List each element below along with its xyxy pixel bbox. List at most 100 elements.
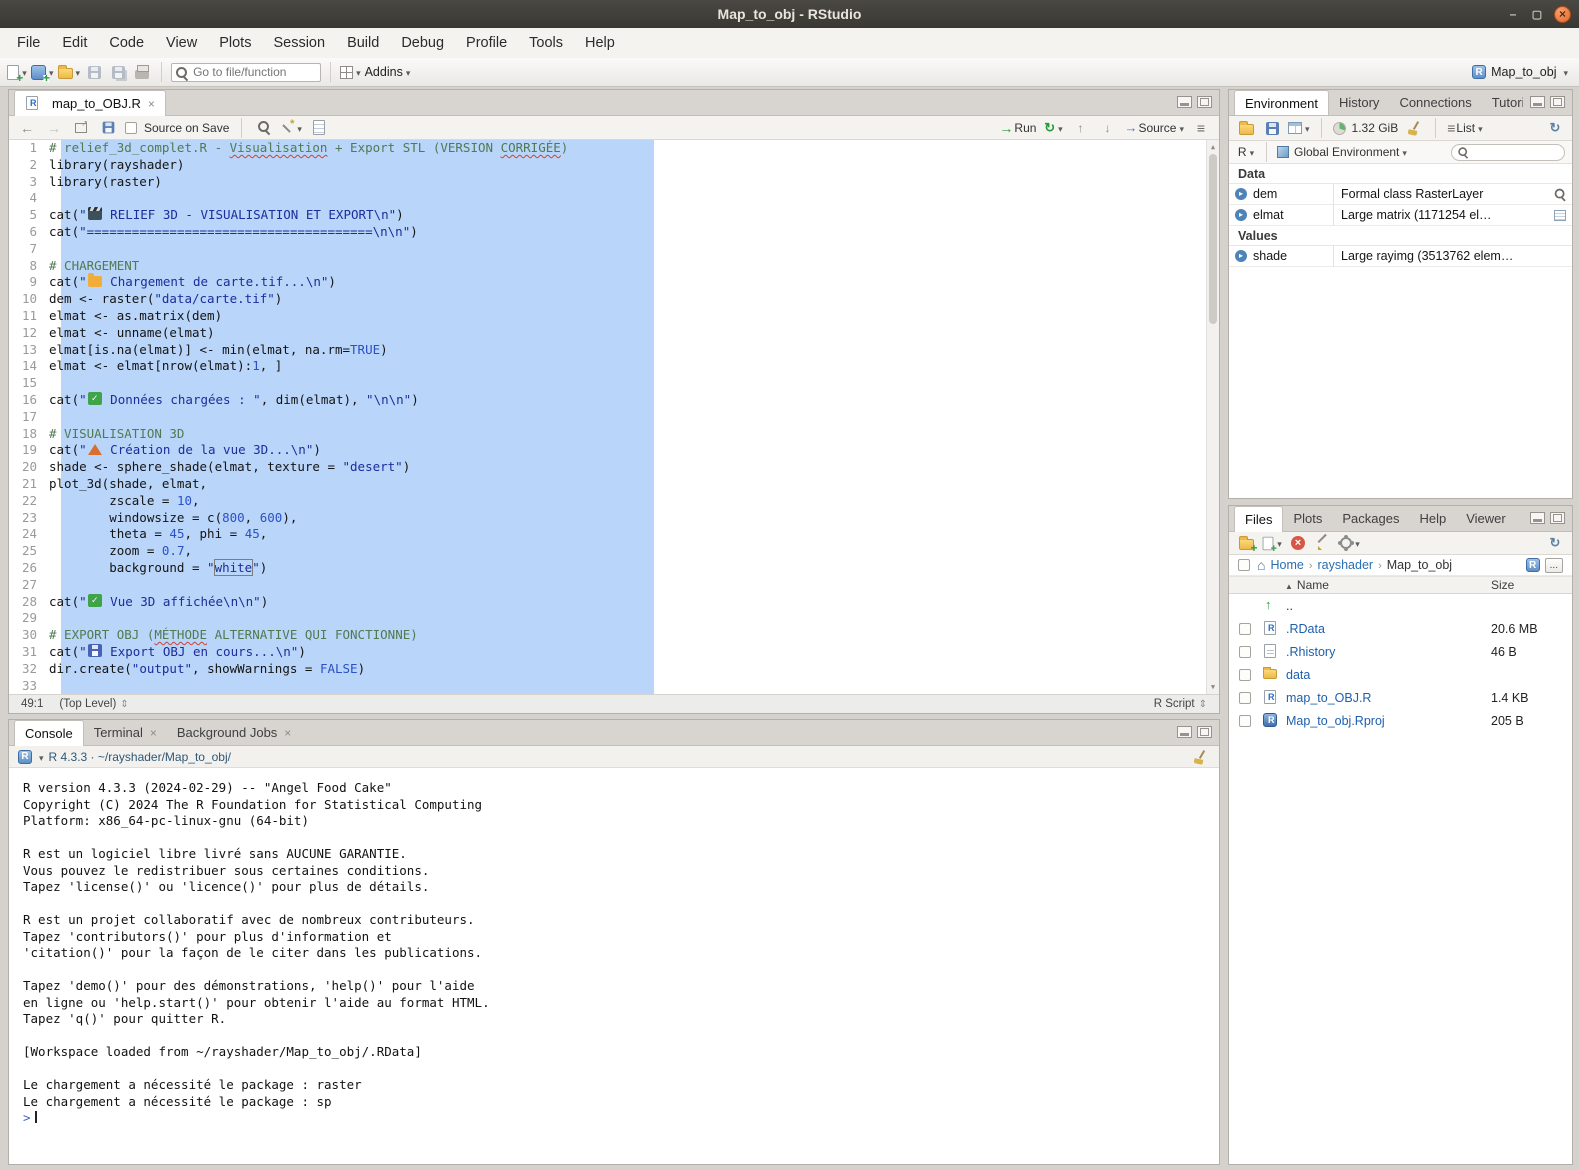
code-line[interactable]: 24 theta = 45, phi = 45, [9, 526, 1219, 543]
compile-report-button[interactable] [309, 117, 329, 139]
refresh-files-button[interactable] [1545, 532, 1565, 554]
expand-icon[interactable] [1235, 209, 1247, 221]
code-line[interactable]: 26 background = "white") [9, 560, 1219, 577]
code-line[interactable]: 16cat(" Données chargées : ", dim(elmat)… [9, 392, 1219, 409]
show-in-new-window-button[interactable] [71, 117, 91, 139]
save-button[interactable] [84, 61, 104, 83]
breadcrumb-rayshader[interactable]: rayshader [1317, 558, 1373, 572]
file-row[interactable]: data [1229, 663, 1572, 686]
column-header-name[interactable]: Name [1297, 578, 1329, 592]
refresh-environment-button[interactable] [1545, 117, 1565, 139]
code-line[interactable]: 2library(rayshader) [9, 157, 1219, 174]
rerun-button[interactable] [1043, 117, 1063, 139]
console-tab-terminal[interactable]: Terminal [84, 720, 167, 745]
new-project-button[interactable] [31, 61, 54, 83]
code-line[interactable]: 1# relief_3d_complet.R - Visualisation +… [9, 140, 1219, 157]
source-on-save-checkbox[interactable] [125, 122, 137, 134]
menu-debug[interactable]: Debug [390, 28, 455, 58]
code-line[interactable]: 19cat(" Création de la vue 3D...\n") [9, 442, 1219, 459]
files-tab-help[interactable]: Help [1409, 506, 1456, 531]
close-icon[interactable] [148, 96, 155, 111]
code-line[interactable]: 11elmat <- as.matrix(dem) [9, 308, 1219, 325]
file-row[interactable]: .. [1229, 594, 1572, 617]
code-line[interactable]: 12elmat <- unname(elmat) [9, 325, 1219, 342]
back-button[interactable] [17, 117, 37, 139]
maximize-pane-button[interactable] [1197, 96, 1212, 108]
minimize-pane-button[interactable] [1177, 726, 1192, 738]
save-document-button[interactable] [98, 117, 118, 139]
minimize-pane-button[interactable] [1177, 96, 1192, 108]
scroll-up-icon[interactable] [1207, 141, 1219, 153]
files-tab-plots[interactable]: Plots [1283, 506, 1332, 531]
code-line[interactable]: 7 [9, 241, 1219, 258]
environment-tab-history[interactable]: History [1329, 90, 1389, 115]
file-name[interactable]: .. [1286, 599, 1293, 613]
console-output[interactable]: R version 4.3.3 (2024-02-29) -- "Angel F… [9, 768, 1219, 1164]
save-workspace-button[interactable] [1262, 117, 1282, 139]
minimize-pane-button[interactable] [1530, 512, 1545, 524]
run-button[interactable]: Run [999, 117, 1036, 139]
scope-selector[interactable]: Global Environment [1294, 141, 1407, 163]
code-line[interactable]: 33 [9, 678, 1219, 695]
find-replace-button[interactable] [254, 117, 274, 139]
code-tools-button[interactable] [281, 117, 302, 139]
code-line[interactable]: 6cat("==================================… [9, 224, 1219, 241]
code-line[interactable]: 21plot_3d(shade, elmat, [9, 476, 1219, 493]
maximize-pane-button[interactable] [1550, 512, 1565, 524]
project-selector[interactable]: Map_to_obj [1472, 65, 1572, 79]
menu-view[interactable]: View [155, 28, 208, 58]
file-name[interactable]: .RData [1286, 622, 1325, 636]
menu-help[interactable]: Help [574, 28, 626, 58]
code-line[interactable]: 25 zoom = 0.7, [9, 543, 1219, 560]
pane-layout-button[interactable] [340, 61, 361, 83]
editor-tab-map-to-obj[interactable]: map_to_OBJ.R [14, 90, 166, 116]
files-tab-viewer[interactable]: Viewer [1456, 506, 1516, 531]
table-icon[interactable] [1554, 210, 1566, 221]
close-icon[interactable] [150, 725, 157, 740]
menu-profile[interactable]: Profile [455, 28, 518, 58]
code-line[interactable]: 9cat(" Chargement de carte.tif...\n") [9, 274, 1219, 291]
file-name[interactable]: .Rhistory [1286, 645, 1335, 659]
code-line[interactable]: 29 [9, 610, 1219, 627]
scope-selector[interactable]: (Top Level) [59, 698, 128, 710]
code-line[interactable]: 17 [9, 409, 1219, 426]
print-button[interactable] [132, 61, 152, 83]
go-to-next-chunk-button[interactable] [1097, 117, 1117, 139]
file-name[interactable]: Map_to_obj.Rproj [1286, 714, 1385, 728]
display-mode-button[interactable]: List [1447, 117, 1482, 139]
expand-icon[interactable] [1235, 188, 1247, 200]
import-dataset-button[interactable] [1288, 117, 1310, 139]
menu-session[interactable]: Session [262, 28, 336, 58]
code-line[interactable]: 23 windowsize = c(800, 600), [9, 510, 1219, 527]
environment-object-row[interactable]: demFormal class RasterLayer [1229, 184, 1572, 205]
maximize-button[interactable] [1530, 7, 1544, 22]
console-tab-background-jobs[interactable]: Background Jobs [167, 720, 301, 745]
load-workspace-button[interactable] [1236, 117, 1256, 139]
file-row[interactable]: Map_to_obj.Rproj205 B [1229, 709, 1572, 732]
new-folder-button[interactable] [1236, 532, 1256, 554]
forward-button[interactable] [44, 117, 64, 139]
console-tab-console[interactable]: Console [14, 720, 84, 746]
select-all-checkbox[interactable] [1238, 559, 1250, 571]
r-version-icon[interactable] [18, 750, 32, 764]
rename-file-button[interactable] [1314, 532, 1334, 554]
code-line[interactable]: 3library(raster) [9, 174, 1219, 191]
menu-code[interactable]: Code [98, 28, 155, 58]
breadcrumb-map-to-obj[interactable]: Map_to_obj [1387, 558, 1452, 572]
file-checkbox[interactable] [1239, 669, 1251, 681]
memory-usage[interactable]: 1.32 GiB [1352, 121, 1399, 135]
code-line[interactable]: 4 [9, 190, 1219, 207]
more-file-commands-button[interactable] [1340, 532, 1360, 554]
scroll-down-icon[interactable] [1207, 681, 1219, 693]
clear-environment-button[interactable] [1404, 117, 1424, 139]
code-line[interactable]: 27 [9, 577, 1219, 594]
magnifier-icon[interactable] [1554, 188, 1566, 200]
file-checkbox[interactable] [1239, 692, 1251, 704]
editor-vertical-scrollbar[interactable] [1206, 140, 1219, 694]
environment-search-input[interactable] [1474, 146, 1559, 158]
document-outline-button[interactable] [1191, 117, 1211, 139]
code-line[interactable]: 22 zscale = 10, [9, 493, 1219, 510]
environment-tab-connections[interactable]: Connections [1389, 90, 1481, 115]
code-line[interactable]: 8# CHARGEMENT [9, 258, 1219, 275]
file-row[interactable]: .Rhistory46 B [1229, 640, 1572, 663]
